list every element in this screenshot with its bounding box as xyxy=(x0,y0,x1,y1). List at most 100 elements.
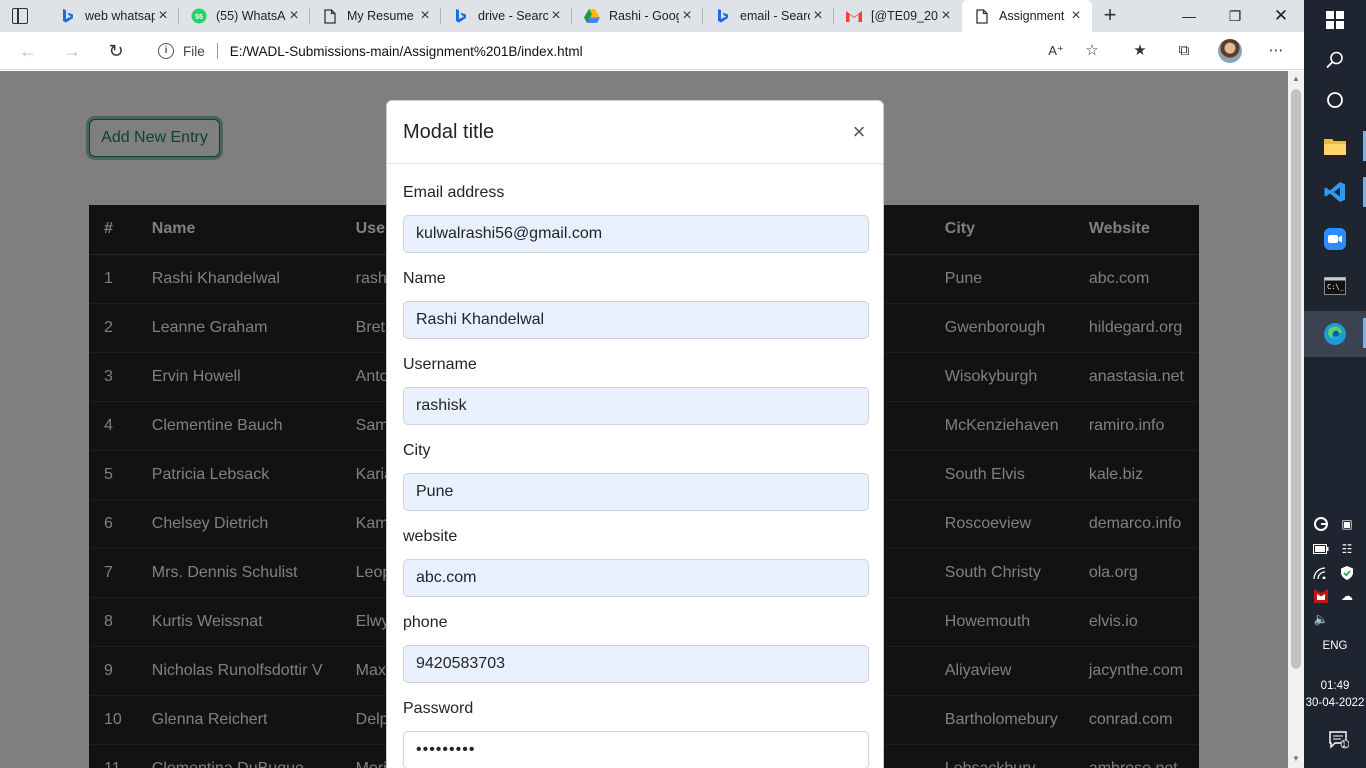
scroll-thumb[interactable] xyxy=(1291,89,1301,669)
collections-icon[interactable]: ⧉ xyxy=(1174,41,1194,61)
svg-text:C:\_: C:\_ xyxy=(1327,283,1345,291)
close-icon[interactable]: × xyxy=(417,8,433,24)
tab-label: Rashi - Google Drive xyxy=(609,9,679,23)
username-label: Username xyxy=(403,356,477,373)
shield-icon[interactable] xyxy=(1339,566,1355,580)
tab-whatsapp[interactable]: 55 (55) WhatsApp × xyxy=(179,0,310,32)
edge-icon[interactable] xyxy=(1323,322,1347,346)
website-field-group: website xyxy=(403,525,869,597)
city-field[interactable] xyxy=(403,473,869,511)
username-field[interactable] xyxy=(403,387,869,425)
notification-count: 1 xyxy=(1341,739,1347,749)
network-share-icon[interactable]: ☷ xyxy=(1339,542,1355,556)
tab-google-drive[interactable]: Rashi - Google Drive × xyxy=(572,0,703,32)
name-field[interactable] xyxy=(403,301,869,339)
back-arrow-icon[interactable]: ← xyxy=(16,39,40,63)
page-scrollbar[interactable]: ▲ ▼ xyxy=(1288,71,1304,768)
website-field[interactable] xyxy=(403,559,869,597)
url-text[interactable]: E:/WADL-Submissions-main/Assignment%201B… xyxy=(230,44,583,59)
meet-tray-icon[interactable]: ▣ xyxy=(1339,517,1355,531)
close-icon[interactable]: × xyxy=(810,8,826,24)
close-icon[interactable]: × xyxy=(1068,8,1084,24)
favorites-icon[interactable]: ★ xyxy=(1130,41,1150,61)
clock-time[interactable]: 01:49 xyxy=(1304,680,1366,692)
city-field-group: City xyxy=(403,439,869,511)
search-icon[interactable] xyxy=(1323,48,1347,72)
bing-icon xyxy=(453,8,469,24)
tab-web-whatsapp[interactable]: web whatsapp × xyxy=(48,0,179,32)
close-icon[interactable]: × xyxy=(849,121,869,143)
bing-icon xyxy=(715,8,731,24)
tab-assignment[interactable]: Assignment × xyxy=(962,0,1092,32)
more-options-icon[interactable]: ⋯ xyxy=(1266,41,1286,61)
info-icon[interactable]: i xyxy=(158,43,174,59)
password-field-group: Password xyxy=(403,697,869,768)
name-field-group: Name xyxy=(403,267,869,339)
close-icon[interactable]: × xyxy=(548,8,564,24)
google-tray-icon[interactable] xyxy=(1313,517,1329,531)
password-label: Password xyxy=(403,700,474,717)
tab-label: Assignment xyxy=(999,9,1065,23)
restore-icon[interactable]: ❐ xyxy=(1212,0,1258,32)
phone-field[interactable] xyxy=(403,645,869,683)
scroll-up-icon[interactable]: ▲ xyxy=(1291,74,1301,84)
battery-icon[interactable] xyxy=(1313,542,1329,556)
tab-label: (55) WhatsApp xyxy=(216,9,286,23)
drive-icon xyxy=(584,8,600,24)
windows-taskbar: C:\_ ▣ ☷ ☁ 🔈 ENG 01:49 30-04-2022 1 xyxy=(1304,0,1366,768)
bing-icon xyxy=(60,8,76,24)
tab-label: drive - Search xyxy=(478,9,548,23)
minimize-icon[interactable]: — xyxy=(1166,0,1212,32)
password-field[interactable] xyxy=(403,731,869,768)
page-icon xyxy=(974,8,990,24)
whatsapp-icon: 55 xyxy=(191,8,207,24)
read-aloud-icon[interactable]: A⁺ xyxy=(1046,41,1066,61)
close-icon[interactable]: × xyxy=(679,8,695,24)
clock-date[interactable]: 30-04-2022 xyxy=(1304,697,1366,709)
page-content: Add New Entry # Name Username City Websi… xyxy=(0,71,1288,768)
onedrive-icon[interactable]: ☁ xyxy=(1339,589,1355,603)
close-icon[interactable]: × xyxy=(155,8,171,24)
tab-gmail[interactable]: [@TE09_2019 × xyxy=(834,0,962,32)
refresh-icon[interactable]: ↻ xyxy=(104,39,128,63)
vscode-icon[interactable] xyxy=(1323,180,1347,204)
modal-header: Modal title × xyxy=(387,101,883,164)
mcafee-icon[interactable] xyxy=(1313,589,1329,603)
phone-label: phone xyxy=(403,614,448,631)
terminal-icon[interactable]: C:\_ xyxy=(1323,274,1347,298)
city-label: City xyxy=(403,442,431,459)
tab-label: web whatsapp xyxy=(85,9,155,23)
email-label: Email address xyxy=(403,184,505,201)
wifi-icon[interactable] xyxy=(1313,566,1329,580)
page-icon xyxy=(322,8,338,24)
tab-strip: web whatsapp × 55 (55) WhatsApp × My Res… xyxy=(0,0,1304,32)
window-close-icon[interactable]: ✕ xyxy=(1258,0,1304,32)
email-field[interactable] xyxy=(403,215,869,253)
tab-drive-search[interactable]: drive - Search × xyxy=(441,0,572,32)
file-explorer-icon[interactable] xyxy=(1323,134,1347,158)
forward-arrow-icon[interactable]: → xyxy=(60,39,84,63)
modal-title: Modal title xyxy=(403,121,495,143)
name-label: Name xyxy=(403,270,446,287)
volume-icon[interactable]: 🔈 xyxy=(1313,612,1329,626)
email-field-group: Email address xyxy=(403,181,869,253)
task-view-icon[interactable] xyxy=(1323,88,1347,112)
file-label: File xyxy=(183,43,205,59)
tab-actions-icon[interactable] xyxy=(12,8,28,24)
gmail-icon xyxy=(846,8,862,24)
new-tab-icon[interactable]: + xyxy=(1098,4,1122,28)
windows-start-icon[interactable] xyxy=(1323,8,1347,32)
zoom-icon[interactable] xyxy=(1323,227,1347,251)
language-indicator[interactable]: ENG xyxy=(1304,640,1366,652)
close-icon[interactable]: × xyxy=(286,8,302,24)
address-bar[interactable]: i File E:/WADL-Submissions-main/Assignme… xyxy=(146,36,1110,66)
close-icon[interactable]: × xyxy=(938,8,954,24)
svg-text:55: 55 xyxy=(195,14,203,21)
scroll-down-icon[interactable]: ▼ xyxy=(1291,754,1301,764)
tab-email-search[interactable]: email - Search × xyxy=(703,0,834,32)
avatar[interactable] xyxy=(1218,39,1242,63)
add-favorite-icon[interactable]: ☆ xyxy=(1082,41,1102,61)
entry-modal: Modal title × Email address Name Usernam… xyxy=(386,100,884,768)
tab-my-resume[interactable]: My Resume × xyxy=(310,0,441,32)
website-label: website xyxy=(403,528,458,545)
